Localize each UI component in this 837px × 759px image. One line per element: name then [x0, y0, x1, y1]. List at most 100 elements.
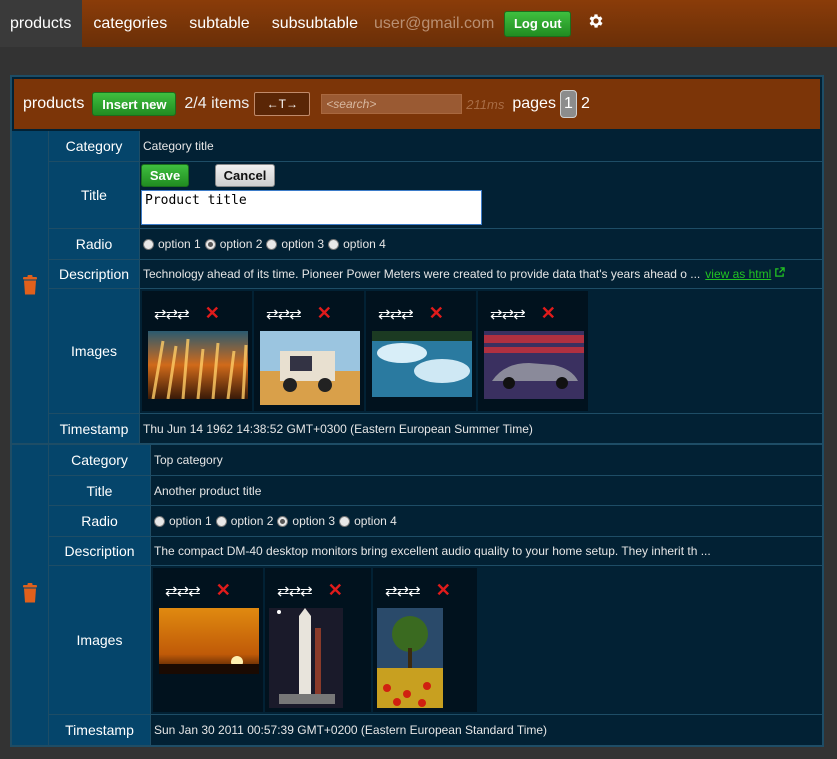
remove-image-icon[interactable]: ✕ — [436, 580, 451, 601]
view-as-html-link[interactable]: view as html — [705, 267, 771, 281]
label-images: Images — [49, 289, 139, 413]
search-input[interactable] — [321, 94, 463, 114]
category-value: Top category — [151, 445, 822, 475]
images-cell: ⇄⇄⇄ ✕ ⇄⇄⇄ ✕ ⇄⇄⇄ ✕ ⇄⇄⇄ ✕ — [140, 289, 822, 413]
swap-arrows-icon[interactable]: ⇄⇄⇄ — [154, 305, 190, 323]
radio-group: option 1 option 2 option 3 option 4 — [140, 229, 822, 259]
remove-image-icon[interactable]: ✕ — [216, 580, 231, 601]
radio-button-icon[interactable] — [143, 238, 154, 250]
products-panel: products Insert new 2/4 items ←T→ 211ms … — [10, 75, 824, 747]
label-timestamp: Timestamp — [49, 414, 139, 443]
radio-option-3[interactable]: option 3 — [277, 514, 335, 528]
radio-label: option 4 — [343, 237, 386, 251]
image-card: ⇄⇄⇄ ✕ — [142, 291, 252, 411]
radio-label: option 1 — [169, 514, 212, 528]
image-card: ⇄⇄⇄ ✕ — [254, 291, 364, 411]
swap-arrows-icon[interactable]: ⇄⇄⇄ — [277, 582, 313, 600]
nav-tab-subtable[interactable]: subtable — [178, 0, 261, 47]
radio-label: option 3 — [281, 237, 325, 251]
table-title: products — [23, 95, 85, 112]
image-card: ⇄⇄⇄ ✕ — [373, 568, 477, 712]
image-thumbnail[interactable] — [372, 331, 472, 397]
timestamp-value: Sun Jan 30 2011 00:57:39 GMT+0200 (Easte… — [151, 715, 822, 745]
image-thumbnail[interactable] — [377, 608, 443, 708]
sort-toggle-button[interactable]: ←T→ — [254, 92, 311, 116]
remove-image-icon[interactable]: ✕ — [317, 303, 332, 324]
radio-option-2[interactable]: option 2 — [215, 514, 274, 528]
record-1-delete-column — [12, 131, 48, 443]
save-button[interactable]: Save — [141, 164, 189, 187]
label-description: Description — [49, 537, 150, 565]
table-toolbar: products Insert new 2/4 items ←T→ 211ms … — [14, 79, 820, 129]
radio-button-icon[interactable] — [277, 515, 289, 527]
image-thumbnail[interactable] — [484, 331, 584, 399]
image-thumbnail[interactable] — [269, 608, 343, 708]
radio-button-icon[interactable] — [328, 238, 340, 250]
image-card: ⇄⇄⇄ ✕ — [478, 291, 588, 411]
radio-button-icon[interactable] — [215, 515, 227, 527]
page-1-button[interactable]: 1 — [559, 90, 577, 118]
radio-group: option 1 option 2 option 3 option 4 — [151, 506, 822, 536]
image-card: ⇄⇄⇄ ✕ — [265, 568, 371, 712]
label-category: Category — [49, 131, 139, 161]
gear-icon[interactable] — [587, 12, 605, 35]
label-category: Category — [49, 445, 150, 475]
radio-label: option 2 — [230, 514, 274, 528]
swap-arrows-icon[interactable]: ⇄⇄⇄ — [378, 305, 414, 323]
radio-label: option 1 — [158, 237, 201, 251]
cancel-button[interactable]: Cancel — [215, 164, 275, 187]
remove-image-icon[interactable]: ✕ — [328, 580, 343, 601]
swap-arrows-icon[interactable]: ⇄⇄⇄ — [165, 582, 201, 600]
label-title: Title — [49, 476, 150, 505]
image-thumbnail[interactable] — [260, 331, 360, 405]
title-edit-cell: Save Cancel — [140, 162, 822, 228]
images-cell: ⇄⇄⇄ ✕ ⇄⇄⇄ ✕ ⇄⇄⇄ ✕ — [151, 566, 822, 714]
page-2-link[interactable]: 2 — [581, 95, 590, 113]
description-cell: Technology ahead of its time. Pioneer Po… — [140, 260, 822, 288]
radio-button-icon[interactable] — [204, 238, 216, 250]
radio-option-3[interactable]: option 3 — [266, 237, 324, 251]
radio-button-icon[interactable] — [339, 515, 351, 527]
radio-option-1[interactable]: option 1 — [143, 237, 201, 251]
trash-icon[interactable] — [22, 275, 38, 295]
image-thumbnail[interactable] — [148, 331, 248, 399]
user-email: user@gmail.com — [374, 14, 495, 32]
category-value: Category title — [140, 131, 822, 161]
remove-image-icon[interactable]: ✕ — [541, 303, 556, 324]
timestamp-value: Thu Jun 14 1962 14:38:52 GMT+0300 (Easte… — [140, 414, 822, 443]
radio-option-1[interactable]: option 1 — [154, 514, 212, 528]
label-radio: Radio — [49, 506, 150, 536]
label-title: Title — [49, 162, 139, 228]
title-value[interactable]: Another product title — [151, 476, 822, 505]
query-timing: 211ms — [466, 96, 505, 112]
nav-tab-categories[interactable]: categories — [82, 0, 178, 47]
nav-tab-subsubtable[interactable]: subsubtable — [261, 0, 369, 47]
image-thumbnail[interactable] — [159, 608, 259, 674]
record-1: Category Title Radio Description Images … — [12, 131, 822, 445]
nav-tab-products[interactable]: products — [0, 0, 83, 47]
image-card: ⇄⇄⇄ ✕ — [366, 291, 476, 411]
external-link-icon[interactable] — [774, 267, 786, 281]
record-2-delete-column — [12, 445, 48, 745]
radio-option-2[interactable]: option 2 — [204, 237, 263, 251]
radio-label: option 4 — [354, 514, 397, 528]
radio-button-icon[interactable] — [266, 238, 278, 250]
insert-new-button[interactable]: Insert new — [92, 92, 177, 116]
swap-arrows-icon[interactable]: ⇄⇄⇄ — [266, 305, 302, 323]
label-timestamp: Timestamp — [49, 715, 150, 745]
trash-icon[interactable] — [22, 583, 38, 603]
remove-image-icon[interactable]: ✕ — [205, 303, 220, 324]
radio-label: option 2 — [219, 237, 263, 251]
radio-option-4[interactable]: option 4 — [328, 237, 386, 251]
title-textarea[interactable] — [141, 190, 482, 225]
logout-button[interactable]: Log out — [504, 10, 572, 37]
record-2: Category Title Radio Description Images … — [12, 445, 822, 745]
swap-arrows-icon[interactable]: ⇄⇄⇄ — [385, 582, 421, 600]
items-count: 2/4 items — [184, 95, 250, 112]
radio-option-4[interactable]: option 4 — [339, 514, 397, 528]
label-description: Description — [49, 260, 139, 288]
remove-image-icon[interactable]: ✕ — [429, 303, 444, 324]
swap-arrows-icon[interactable]: ⇄⇄⇄ — [490, 305, 526, 323]
radio-label: option 3 — [292, 514, 336, 528]
radio-button-icon[interactable] — [154, 515, 165, 527]
